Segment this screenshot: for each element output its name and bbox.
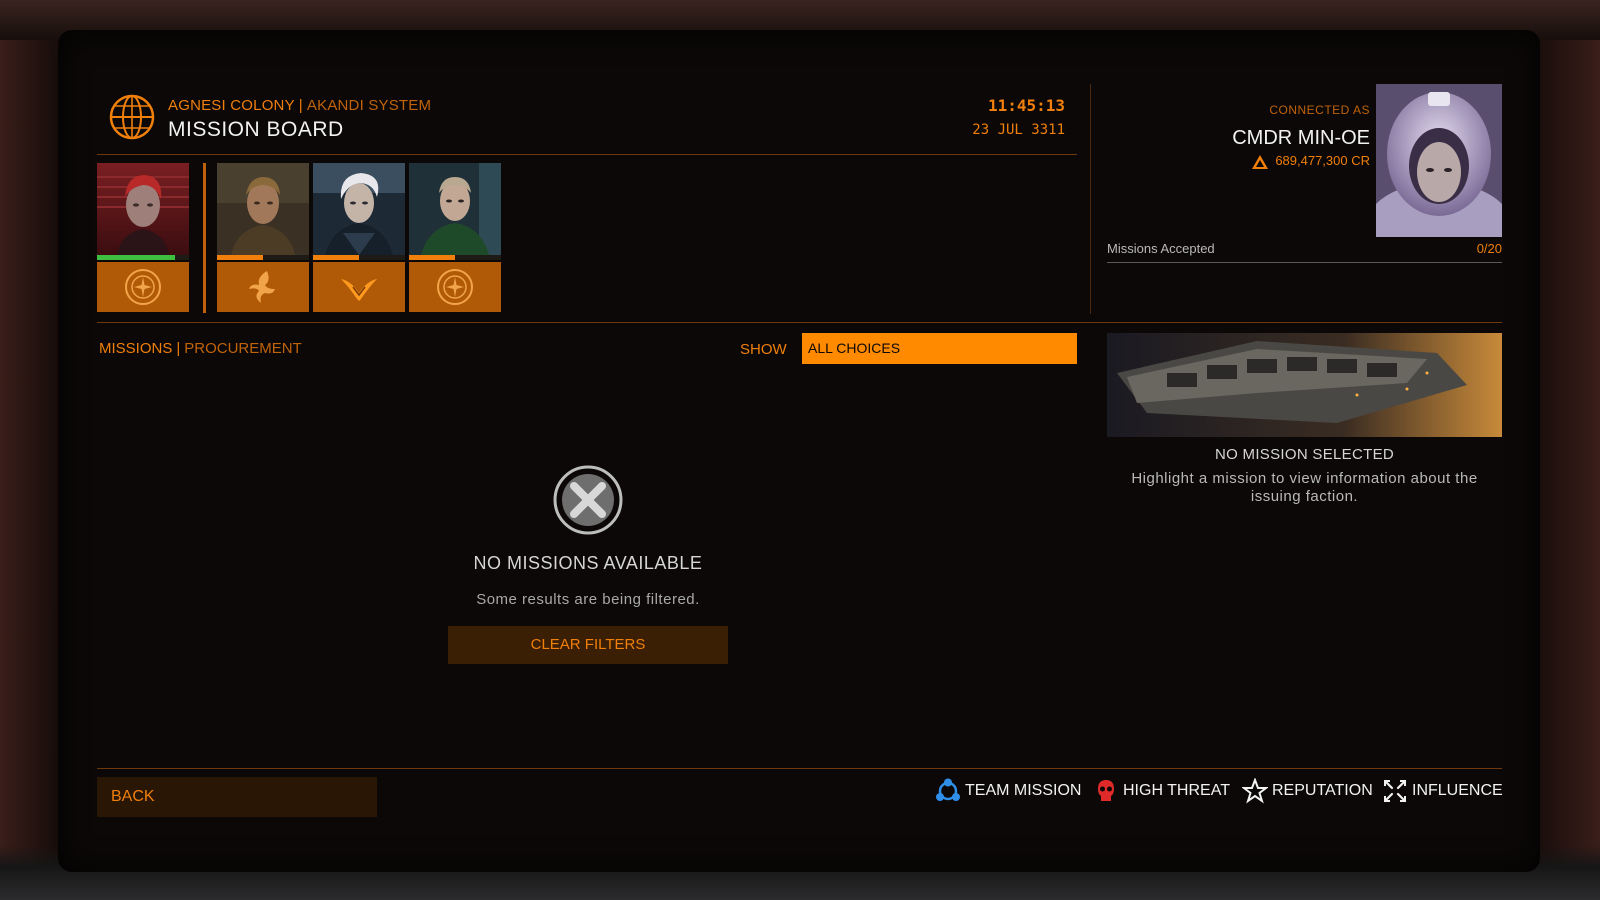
legend-high-threat: HIGH THREAT xyxy=(1093,778,1230,804)
tab-procurement[interactable]: PROCUREMENT xyxy=(184,340,302,357)
faction-card-3[interactable] xyxy=(313,163,405,313)
legend-influence: INFLUENCE xyxy=(1382,778,1503,804)
game-date: 23 JUL 3311 xyxy=(972,122,1065,138)
reputation-fill xyxy=(313,255,359,260)
faction-card-4[interactable] xyxy=(409,163,501,313)
reputation-fill xyxy=(409,255,455,260)
globe-icon xyxy=(109,94,155,140)
missions-accepted-count: 0/20 xyxy=(1476,241,1502,256)
credits-icon xyxy=(1252,154,1269,169)
credits-value: 689,477,300 CR xyxy=(1275,153,1370,168)
detail-text-line-2: issuing faction. xyxy=(1250,488,1359,505)
faction-group-divider xyxy=(203,163,206,313)
high-threat-icon xyxy=(1098,780,1114,801)
wings-icon xyxy=(341,279,377,301)
connected-as-label: CONNECTED AS xyxy=(1269,103,1370,117)
legend-reputation-label: REPUTATION xyxy=(1272,782,1373,799)
no-mission-selected-title: NO MISSION SELECTED xyxy=(1214,446,1395,463)
breadcrumb-separator: | xyxy=(298,97,303,114)
faction-emblem xyxy=(97,262,189,312)
legend-influence-label: INFLUENCE xyxy=(1412,782,1503,799)
faction-emblem xyxy=(217,262,309,312)
tab-missions[interactable]: MISSIONS xyxy=(99,340,172,357)
faction-card-1[interactable] xyxy=(97,163,189,313)
federation-icon xyxy=(125,269,161,305)
header-divider xyxy=(97,154,1077,155)
influence-icon xyxy=(1383,779,1407,803)
reputation-bar xyxy=(409,255,501,260)
empty-state-title: NO MISSIONS AVAILABLE xyxy=(473,553,703,573)
contact-portrait xyxy=(313,163,405,255)
game-time: 11:45:13 xyxy=(987,96,1065,115)
missions-accepted-divider xyxy=(1107,262,1502,263)
team-mission-icon xyxy=(936,778,960,801)
tab-separator: | xyxy=(176,340,181,357)
station-name: AGNESI COLONY xyxy=(168,97,295,114)
faction-ship-image xyxy=(1107,333,1502,437)
legend-team-mission: TEAM MISSION xyxy=(935,778,1081,804)
reputation-star-icon xyxy=(1242,778,1268,804)
panel-divider xyxy=(1090,84,1091,314)
contact-portrait xyxy=(409,163,501,255)
legend-team-mission-label: TEAM MISSION xyxy=(965,782,1082,799)
section-divider xyxy=(97,322,1502,323)
system-name: AKANDI SYSTEM xyxy=(306,97,432,114)
detail-text-line-1: Highlight a mission to view information … xyxy=(1131,470,1478,487)
clear-filters-button[interactable]: CLEAR FILTERS xyxy=(448,626,728,664)
faction-emblem xyxy=(409,262,501,312)
federation-icon xyxy=(437,269,473,305)
credits-display: 689,477,300 CR xyxy=(1200,153,1370,170)
reputation-fill xyxy=(217,255,263,260)
contact-portrait xyxy=(217,163,309,255)
contact-portrait xyxy=(97,163,189,255)
faction-emblem xyxy=(313,262,405,312)
location-breadcrumb: AGNESI COLONY | AKANDI SYSTEM xyxy=(168,97,431,114)
commander-avatar xyxy=(1376,84,1502,237)
page-title: MISSION BOARD xyxy=(168,118,344,141)
reputation-bar xyxy=(217,255,309,260)
footer-divider xyxy=(97,768,1502,769)
legend-high-threat-label: HIGH THREAT xyxy=(1123,782,1230,799)
phoenix-icon xyxy=(249,271,275,303)
show-filter-label: SHOW xyxy=(740,341,787,358)
no-missions-icon xyxy=(553,465,623,535)
commander-name: CMDR MIN-OE xyxy=(1232,127,1370,149)
faction-card-2[interactable] xyxy=(217,163,309,313)
reputation-fill xyxy=(97,255,176,260)
legend-reputation: REPUTATION xyxy=(1242,778,1373,804)
missions-accepted-label: Missions Accepted xyxy=(1107,241,1215,256)
reputation-bar xyxy=(97,255,189,260)
empty-state-subtitle: Some results are being filtered. xyxy=(476,591,700,608)
board-tabs: MISSIONS | PROCUREMENT xyxy=(99,340,302,357)
back-button[interactable]: BACK xyxy=(97,777,377,817)
show-filter-select[interactable]: ALL CHOICES xyxy=(802,333,1077,364)
no-mission-selected-text: Highlight a mission to view information … xyxy=(1107,470,1502,506)
reputation-bar xyxy=(313,255,405,260)
